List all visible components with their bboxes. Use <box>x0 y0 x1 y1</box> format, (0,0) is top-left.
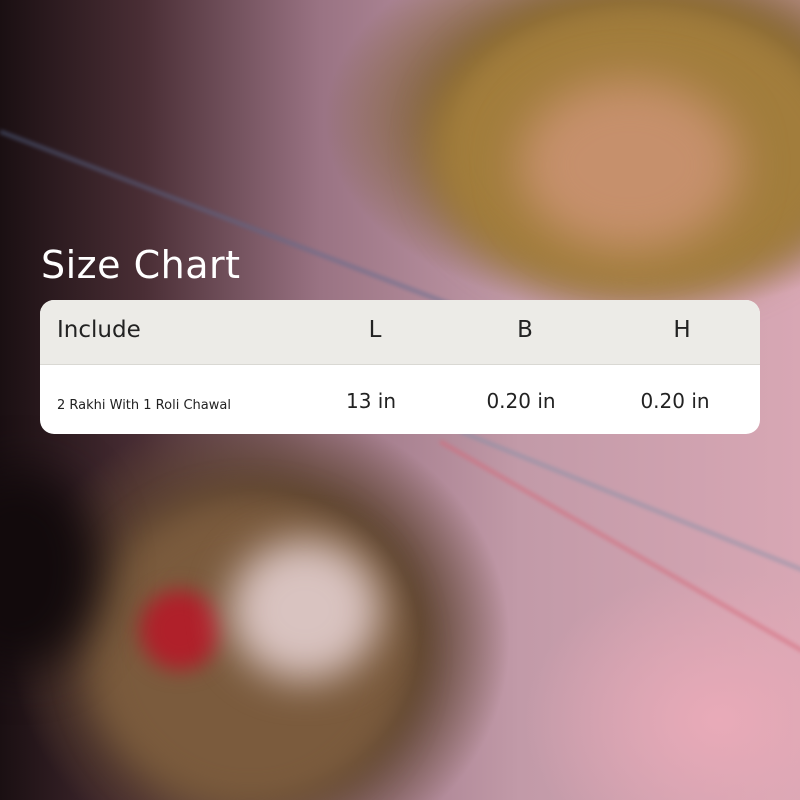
decorative-shadow <box>0 470 100 670</box>
decorative-rice <box>230 540 380 680</box>
decorative-almonds <box>520 80 740 250</box>
decorative-roli <box>140 590 220 670</box>
table-row: 2 Rakhi With 1 Roli Chawal 13 in 0.20 in… <box>40 365 760 434</box>
table-header: Include L B H <box>40 300 760 365</box>
column-header-b: B <box>517 317 533 343</box>
cell-include: 2 Rakhi With 1 Roli Chawal <box>57 398 231 413</box>
column-header-h: H <box>673 317 691 343</box>
size-chart-table: Include L B H 2 Rakhi With 1 Roli Chawal… <box>40 300 760 434</box>
decorative-thread <box>0 130 486 320</box>
cell-breadth: 0.20 in <box>486 389 556 413</box>
cell-height: 0.20 in <box>640 389 710 413</box>
column-header-l: L <box>368 317 382 343</box>
cell-length: 13 in <box>345 389 397 413</box>
column-header-include: Include <box>57 317 141 343</box>
decorative-thread <box>459 430 800 576</box>
size-chart-title: Size Chart <box>41 243 241 287</box>
